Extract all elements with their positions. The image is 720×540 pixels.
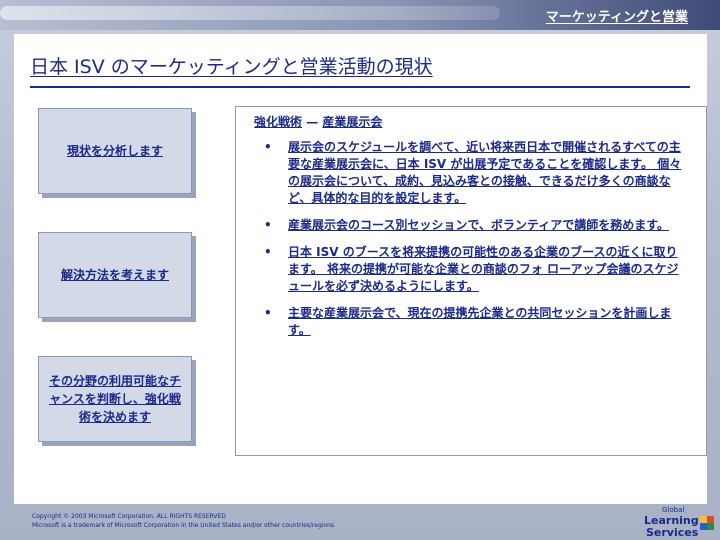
step-analyze-label: 現状を分析します <box>66 144 163 158</box>
page-title: 日本 ISV のマーケッティングと営業活動の現状 <box>30 56 433 78</box>
top-banner: マーケッティングと営業 <box>0 0 720 30</box>
content-box: 強化戦術 — 産業展示会 • 展示会のスケジュールを調べて、近い将来西日本で開催さ… <box>235 106 707 456</box>
content-title-left[interactable]: 強化戦術 <box>254 115 302 129</box>
logo-line-global: Global <box>662 506 685 514</box>
bullet-icon: • <box>264 245 272 259</box>
list-item[interactable]: • 展示会のスケジュールを調べて、近い将来西日本で開催されるすべての主要な産業展示… <box>258 139 688 207</box>
step-opportunity-label: その分野の利用可能なチャンスを判断し、強化戦術を決めます <box>48 374 181 424</box>
step-opportunity-button[interactable]: その分野の利用可能なチャンスを判断し、強化戦術を決めます <box>38 356 192 442</box>
list-item[interactable]: • 産業展示会のコース別セッションで、ボランティアで講師を務めます。 <box>258 217 688 234</box>
title-divider <box>30 86 690 88</box>
content-title-right[interactable]: 産業展示会 <box>322 115 382 129</box>
trademark-line: Microsoft is a trademark of Microsoft Co… <box>32 522 335 529</box>
global-learning-services-logo: Global Learning Services <box>634 506 714 540</box>
bullet-icon: • <box>264 140 272 154</box>
bullet-text: 日本 ISV のブースを将来提携の可能性のある企業のブースの近くに取ります。 将… <box>288 245 679 293</box>
list-item[interactable]: • 日本 ISV のブースを将来提携の可能性のある企業のブースの近くに取ります。 … <box>258 244 688 295</box>
copyright-line: Copyright © 2003 Microsoft Corporation. … <box>32 513 226 520</box>
step-solution-button[interactable]: 解決方法を考えます <box>38 232 192 318</box>
bullet-list: • 展示会のスケジュールを調べて、近い将来西日本で開催されるすべての主要な産業展示… <box>258 139 688 349</box>
copyright-footer: Copyright © 2003 Microsoft Corporation. … <box>32 512 334 530</box>
list-item[interactable]: • 主要な産業展示会で、現在の提携先企業との共同セッションを計画します。 <box>258 305 688 339</box>
header-title-link[interactable]: マーケッティングと営業 <box>546 6 688 25</box>
logo-mark-icon <box>700 516 714 530</box>
content-title-dash: — <box>306 115 319 129</box>
bullet-text: 産業展示会のコース別セッションで、ボランティアで講師を務めます。 <box>288 218 670 232</box>
logo-line-services: Services <box>646 526 699 539</box>
step-analyze-button[interactable]: 現状を分析します <box>38 108 192 194</box>
bullet-text: 展示会のスケジュールを調べて、近い将来西日本で開催されるすべての主要な産業展示会… <box>288 140 682 205</box>
bullet-icon: • <box>264 306 272 320</box>
bullet-text: 主要な産業展示会で、現在の提携先企業との共同セッションを計画します。 <box>288 306 672 337</box>
banner-streak <box>0 6 500 20</box>
content-title: 強化戦術 — 産業展示会 <box>254 113 382 130</box>
bullet-icon: • <box>264 218 272 232</box>
step-solution-label: 解決方法を考えます <box>60 268 169 282</box>
